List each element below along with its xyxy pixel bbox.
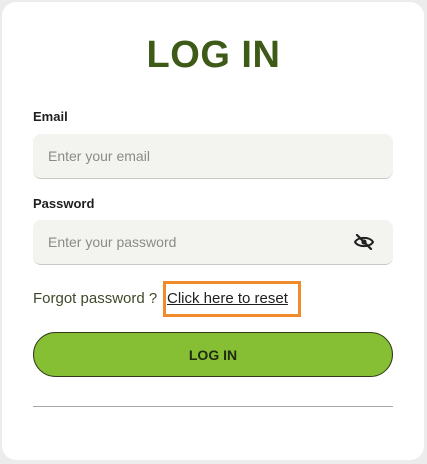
- login-button[interactable]: LOG IN: [33, 332, 393, 377]
- page-title: LOG IN: [146, 34, 281, 76]
- password-field[interactable]: [33, 220, 393, 265]
- reset-password-link[interactable]: Click here to reset: [167, 290, 288, 307]
- email-field[interactable]: [33, 134, 393, 179]
- password-label: Password: [33, 196, 95, 211]
- forgot-password-text: Forgot password ?: [33, 290, 157, 307]
- forgot-password-label: Forgot password ?: [33, 290, 158, 307]
- email-label: Email: [33, 109, 68, 124]
- divider: [33, 406, 393, 407]
- eye-slash-icon[interactable]: [352, 232, 376, 252]
